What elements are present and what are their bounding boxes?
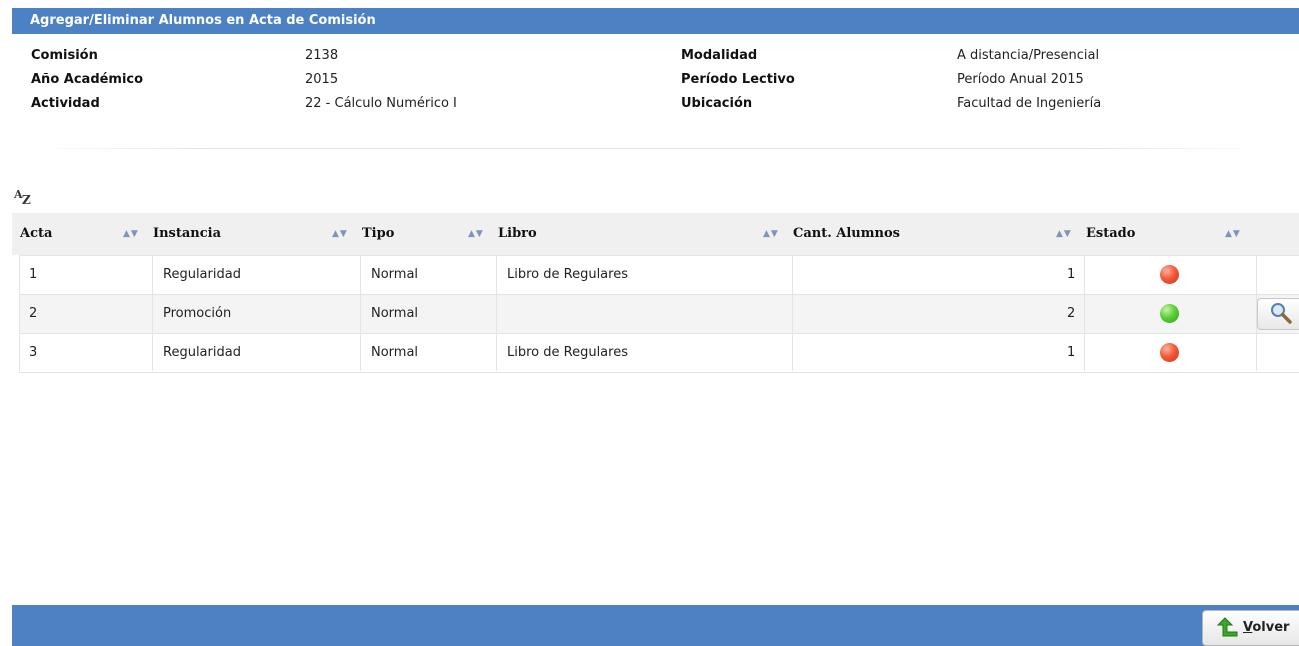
cell-cant-alumnos: 2 [1067, 306, 1076, 321]
label-actividad: Actividad [31, 96, 100, 111]
cell-libro: Libro de Regulares [507, 267, 628, 282]
label-ano-academico: Año Académico [31, 72, 144, 87]
column-header-tipo[interactable]: Tipo [362, 213, 394, 255]
sort-arrows-icon[interactable]: ▲▼ [123, 213, 139, 255]
volver-label-rest: olver [1252, 620, 1290, 635]
table-row[interactable]: 1 Regularidad Normal Libro de Regulares … [19, 255, 1299, 295]
sort-arrows-icon[interactable]: ▲▼ [763, 213, 779, 255]
cell-instancia: Regularidad [163, 345, 241, 360]
divider [30, 148, 1270, 149]
column-divider [360, 255, 361, 371]
sort-arrows-icon[interactable]: ▲▼ [332, 213, 348, 255]
column-divider [152, 255, 153, 371]
status-red-icon [1160, 343, 1179, 362]
column-divider [496, 255, 497, 371]
window-title: Agregar/Eliminar Alumnos en Acta de Comi… [12, 8, 1299, 34]
cell-acta: 3 [29, 345, 38, 360]
column-divider [1084, 255, 1085, 371]
label-ubicacion: Ubicación [681, 96, 753, 111]
value-modalidad: A distancia/Presencial [957, 48, 1100, 63]
volver-mnemonic: V [1243, 620, 1253, 635]
status-red-icon [1160, 265, 1179, 284]
status-green-icon [1160, 304, 1179, 323]
column-header-estado[interactable]: Estado [1086, 213, 1135, 255]
view-details-button[interactable] [1257, 298, 1299, 330]
value-periodo-lectivo: Período Anual 2015 [957, 72, 1084, 87]
sort-arrows-icon[interactable]: ▲▼ [468, 213, 484, 255]
value-ano-academico: 2015 [305, 72, 339, 87]
column-header-acta[interactable]: Acta [20, 213, 52, 255]
label-periodo-lectivo: Período Lectivo [681, 72, 795, 87]
column-divider [792, 255, 793, 371]
cell-cant-alumnos: 1 [1067, 345, 1076, 360]
value-actividad: 22 - Cálculo Numérico I [305, 96, 457, 111]
cell-libro: Libro de Regulares [507, 345, 628, 360]
volver-button[interactable]: Volver [1202, 610, 1299, 646]
cell-instancia: Regularidad [163, 267, 241, 282]
cell-instancia: Promoción [163, 306, 232, 321]
table-header: Acta ▲▼ Instancia ▲▼ Tipo ▲▼ Libro ▲▼ Ca… [12, 213, 1299, 255]
table-border-left [19, 255, 20, 371]
volver-label: Volver [1243, 620, 1289, 635]
cell-acta: 1 [29, 267, 38, 282]
cell-tipo: Normal [371, 345, 419, 360]
sort-arrows-icon[interactable]: ▲▼ [1056, 213, 1072, 255]
column-header-instancia[interactable]: Instancia [153, 213, 221, 255]
value-ubicacion: Facultad de Ingeniería [957, 96, 1102, 111]
cell-acta: 2 [29, 306, 38, 321]
sort-az-z: Z [22, 193, 31, 207]
cell-tipo: Normal [371, 306, 419, 321]
cell-cant-alumnos: 1 [1067, 267, 1076, 282]
commission-info: Comisión 2138 Año Académico 2015 Activid… [12, 34, 1299, 146]
sort-az-icon[interactable]: A Z [14, 188, 36, 207]
column-header-libro[interactable]: Libro [498, 213, 537, 255]
table-row[interactable]: 2 Promoción Normal 2 [19, 295, 1299, 334]
label-modalidad: Modalidad [681, 48, 758, 63]
green-arrow-back-icon [1216, 617, 1238, 637]
footer-bar [12, 605, 1299, 646]
column-divider [1256, 255, 1257, 371]
actas-table: 1 Regularidad Normal Libro de Regulares … [19, 255, 1299, 373]
label-comision: Comisión [31, 48, 98, 63]
column-header-cant-alumnos[interactable]: Cant. Alumnos [793, 213, 900, 255]
value-comision: 2138 [305, 48, 339, 63]
sort-arrows-icon[interactable]: ▲▼ [1225, 213, 1241, 255]
table-row[interactable]: 3 Regularidad Normal Libro de Regulares … [19, 334, 1299, 373]
magnifier-icon [1271, 303, 1292, 324]
cell-tipo: Normal [371, 267, 419, 282]
